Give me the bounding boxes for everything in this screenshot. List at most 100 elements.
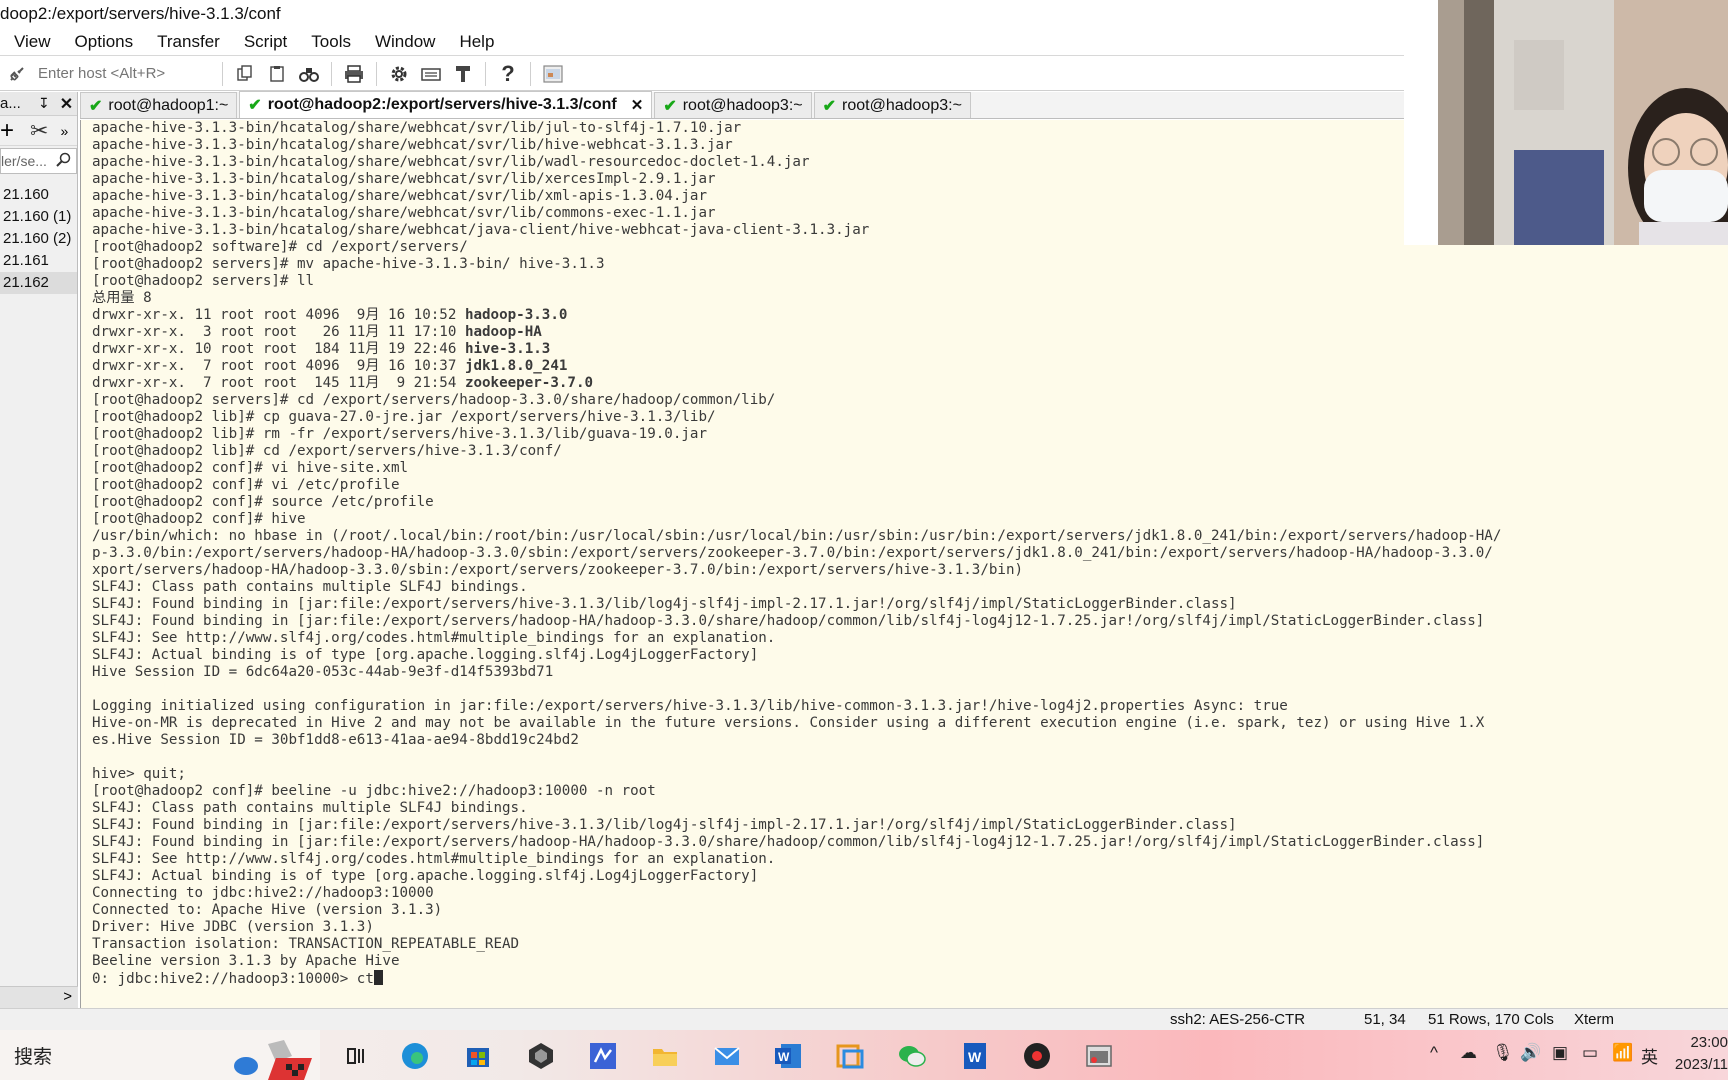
edge-icon[interactable] xyxy=(400,1041,430,1071)
clock-date: 2023/11 xyxy=(1674,1056,1728,1073)
gear-icon[interactable] xyxy=(386,61,412,87)
securecrt-window: doop2:/export/servers/hive-3.1.3/conf Vi… xyxy=(0,0,1728,1080)
session-item-selected[interactable]: 21.162 xyxy=(0,272,77,294)
terminal-line: SLF4J: Actual binding is of type [org.ap… xyxy=(92,868,759,884)
session-list: 21.160 21.160 (1) 21.160 (2) 21.161 21.1… xyxy=(0,184,77,294)
host-input[interactable] xyxy=(38,61,216,86)
terminal-line: [root@hadoop2 conf]# vi /etc/profile xyxy=(92,477,400,493)
menu-transfer[interactable]: Transfer xyxy=(144,28,231,56)
battery-icon[interactable]: ▭ xyxy=(1582,1043,1598,1063)
chevron-up-icon[interactable]: ^ xyxy=(1430,1043,1438,1063)
system-clock[interactable]: 23:00 2023/11 xyxy=(1675,1032,1728,1076)
terminal-line: SLF4J: See http://www.slf4j.org/codes.ht… xyxy=(92,630,776,646)
terminal-line: Driver: Hive JDBC (version 3.1.3) xyxy=(92,919,374,935)
task-view-icon[interactable] xyxy=(342,1041,372,1071)
microphone-icon[interactable]: 🎙 xyxy=(1492,1043,1514,1063)
add-session-icon[interactable]: + xyxy=(0,117,14,145)
toolbar-separator xyxy=(485,61,486,86)
directory-name: zookeeper-3.7.0 xyxy=(464,375,594,391)
terminal-line: [root@hadoop2 servers]# ll xyxy=(92,273,315,289)
app-icon[interactable] xyxy=(835,1041,865,1071)
beeline-prompt-line[interactable]: 0: jdbc:hive2://hadoop3:10000> ct xyxy=(92,970,1728,987)
session-item[interactable]: 21.160 xyxy=(0,184,77,206)
tab-label: root@hadoop1:~ xyxy=(108,96,229,114)
menu-view[interactable]: View xyxy=(0,28,62,56)
listing-meta: drwxr-xr-x. 10 root root 184 11月 19 22:4… xyxy=(92,341,465,357)
session-item[interactable]: 21.160 (2) xyxy=(0,228,77,250)
pin-icon[interactable]: ↧ xyxy=(38,95,50,112)
tab-label: root@hadoop3:~ xyxy=(682,96,803,114)
session-manager-panel: a... ↧ ✕ + ✂ » ler/se... 21.160 21.160 (… xyxy=(0,92,78,1008)
terminal-line: Connected to: Apache Hive (version 3.1.3… xyxy=(92,902,443,918)
connect-icon[interactable] xyxy=(6,63,28,85)
print-icon[interactable] xyxy=(341,61,367,87)
close-tab-icon[interactable]: ✕ xyxy=(631,96,644,114)
search-icon[interactable] xyxy=(56,152,72,171)
tab-hadoop2[interactable]: ✔ root@hadoop2:/export/servers/hive-3.1.… xyxy=(239,91,653,118)
terminal-line: SLF4J: Found binding in [jar:file:/expor… xyxy=(92,834,1485,850)
help-icon[interactable]: ? xyxy=(495,61,521,87)
svg-text:W: W xyxy=(968,1049,982,1065)
keymap-icon[interactable] xyxy=(418,61,444,87)
terminal-line: Hive Session ID = 6dc64a20-053c-44ab-9e3… xyxy=(92,664,554,680)
copy-icon[interactable] xyxy=(232,61,258,87)
terminal-line: Logging initialized using configuration … xyxy=(92,698,1288,714)
wechat-icon[interactable] xyxy=(897,1041,927,1071)
horizontal-scrollbar[interactable]: > xyxy=(0,986,78,1008)
volume-icon[interactable]: 🔊 xyxy=(1520,1043,1541,1063)
scroll-right-icon[interactable]: > xyxy=(63,988,72,1005)
input-method-indicator[interactable]: 英 xyxy=(1641,1043,1658,1068)
tab-hadoop3-2[interactable]: ✔ root@hadoop3:~ xyxy=(813,92,971,118)
cut-icon[interactable]: ✂ xyxy=(30,118,48,144)
file-explorer-icon[interactable] xyxy=(650,1041,680,1071)
menu-options[interactable]: Options xyxy=(62,28,145,56)
wifi-icon[interactable]: 📶 xyxy=(1612,1043,1633,1063)
tab-label: root@hadoop3:~ xyxy=(842,96,962,114)
vmware-icon[interactable] xyxy=(526,1041,556,1071)
session-item[interactable]: 21.160 (1) xyxy=(0,206,77,228)
paste-icon[interactable] xyxy=(264,61,290,87)
store-icon[interactable] xyxy=(463,1041,493,1071)
mail-icon[interactable] xyxy=(712,1041,742,1071)
terminal-line: [root@hadoop2 lib]# cd /export/servers/h… xyxy=(92,443,562,459)
directory-listing-row: drwxr-xr-x. 7 root root 4096 9月 16 10:37… xyxy=(92,358,1728,375)
tab-hadoop3[interactable]: ✔ root@hadoop3:~ xyxy=(654,92,812,118)
webcam-video-image xyxy=(1404,0,1728,245)
find-icon[interactable] xyxy=(296,61,322,87)
securecrt-icon[interactable] xyxy=(1084,1041,1114,1071)
toolbar-separator xyxy=(331,61,332,86)
session-filter-input[interactable]: ler/se... xyxy=(0,148,77,174)
recorder-icon[interactable] xyxy=(1022,1041,1052,1071)
terminal-view[interactable]: apache-hive-3.1.3-bin/hcatalog/share/web… xyxy=(80,120,1728,1008)
word-doc-icon[interactable]: W xyxy=(960,1041,990,1071)
terminal-line: Hive-on-MR is deprecated in Hive 2 and m… xyxy=(92,715,1485,731)
session-manager-title: a... xyxy=(0,95,21,112)
terminal-type: Xterm xyxy=(1574,1011,1615,1028)
sftp-icon[interactable] xyxy=(450,61,476,87)
toolbar-separator xyxy=(376,61,377,86)
display-icon[interactable]: ▣ xyxy=(1552,1043,1568,1063)
more-icon[interactable]: » xyxy=(60,123,68,139)
session-item[interactable]: 21.161 xyxy=(0,250,77,272)
word-icon[interactable]: W xyxy=(773,1041,803,1071)
visual-studio-icon[interactable] xyxy=(588,1041,618,1071)
menu-help[interactable]: Help xyxy=(446,28,505,56)
listing-meta: drwxr-xr-x. 7 root root 4096 9月 16 10:37 xyxy=(92,358,465,374)
taskbar-search[interactable]: 搜索 xyxy=(0,1030,320,1080)
status-bar: ssh2: AES-256-CTR 51, 34 51 Rows, 170 Co… xyxy=(0,1008,1728,1030)
menu-script[interactable]: Script xyxy=(231,28,298,56)
cloud-icon[interactable]: ☁ xyxy=(1460,1043,1477,1063)
menu-window[interactable]: Window xyxy=(362,28,446,56)
connected-check-icon: ✔ xyxy=(89,97,103,115)
session-manager-header: a... ↧ ✕ xyxy=(0,92,77,116)
menu-tools[interactable]: Tools xyxy=(298,28,362,56)
terminal-line: es.Hive Session ID = 30bf1dd8-e613-41aa-… xyxy=(92,732,579,748)
screenshot-icon[interactable] xyxy=(540,61,566,87)
svg-text:W: W xyxy=(778,1050,790,1064)
listing-meta: drwxr-xr-x. 7 root root 145 11月 9 21:54 xyxy=(92,375,465,391)
close-icon[interactable]: ✕ xyxy=(60,94,73,114)
terminal-line: xport/servers/hadoop-HA/hadoop-3.3.0/sbi… xyxy=(92,562,1024,578)
tab-hadoop1[interactable]: ✔ root@hadoop1:~ xyxy=(80,92,238,118)
terminal-line: SLF4J: Found binding in [jar:file:/expor… xyxy=(92,817,1237,833)
